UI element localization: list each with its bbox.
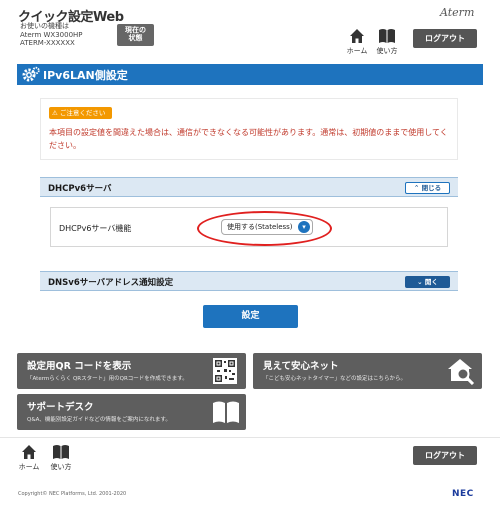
- red-highlight-circle: [197, 211, 332, 246]
- device-info: お使いの機種は Aterm WX3000HP ATERM-XXXXXX: [20, 22, 83, 48]
- expand-label: 開く: [424, 278, 438, 286]
- dhcpv6-function-label: DHCPv6サーバ機能: [59, 224, 132, 233]
- device-model: Aterm WX3000HP: [20, 30, 83, 39]
- safe-net-tile-title: 見えて安心ネット: [263, 361, 339, 372]
- current-status-button[interactable]: 現在の 状態: [117, 24, 154, 46]
- warning-badge-label: ご注意ください: [59, 109, 106, 117]
- home-icon: [18, 444, 40, 460]
- footer-usage-label: 使い方: [50, 463, 72, 471]
- usage-button[interactable]: 使い方: [376, 28, 398, 56]
- status-button-label-line2: 状態: [128, 34, 143, 42]
- safe-net-tile-desc: 「こども安心ネットタイマー」などの設定はこちらから。: [263, 376, 407, 382]
- chevron-down-icon: ⌄: [417, 278, 423, 286]
- device-id: ATERM-XXXXXX: [20, 39, 75, 47]
- qr-tile-desc: 「Atermらくらく QRスタート」用のQRコードを作成できます。: [27, 376, 188, 382]
- home-button[interactable]: ホーム: [346, 28, 368, 56]
- support-desk-tile[interactable]: サポートデスク Q&A、機能別設定ガイドなどの情報をご案内になれます。: [17, 394, 246, 430]
- page-title-bar: IPv6LAN側設定: [17, 64, 483, 85]
- copyright-text: Copyright© NEC Platforms, Ltd. 2001-2020: [18, 491, 127, 497]
- dhcpv6-section-title: DHCPv6サーバ: [48, 184, 112, 194]
- collapse-label: 閉じる: [421, 184, 442, 192]
- logout-button[interactable]: ログアウト: [413, 29, 477, 48]
- book-icon: [212, 398, 239, 426]
- footer-home-label: ホーム: [18, 463, 40, 471]
- usage-label: 使い方: [376, 47, 398, 55]
- book-icon: [376, 28, 398, 44]
- aterm-logo: Aterm: [440, 6, 475, 19]
- house-search-icon: [448, 357, 475, 386]
- support-tile-title: サポートデスク: [27, 402, 94, 413]
- book-icon: [50, 444, 72, 460]
- page-title: IPv6LAN側設定: [43, 69, 128, 82]
- footer-usage-button[interactable]: 使い方: [50, 444, 72, 472]
- footer-logout-button[interactable]: ログアウト: [413, 446, 477, 465]
- device-info-line: お使いの機種は: [20, 22, 69, 30]
- chevron-up-icon: ⌃: [413, 184, 420, 192]
- page: クイック設定Web お使いの機種は Aterm WX3000HP ATERM-X…: [0, 0, 500, 518]
- home-label: ホーム: [346, 47, 368, 55]
- qr-code-tile[interactable]: 設定用QR コードを表示 「Atermらくらく QRスタート」用のQRコードを作…: [17, 353, 246, 389]
- support-tile-desc: Q&A、機能別設定ガイドなどの情報をご案内になれます。: [27, 417, 171, 423]
- dnsv6-section-header[interactable]: DNSv6サーバアドレス通知設定 ⌄ 開く: [40, 271, 458, 291]
- qr-tile-title: 設定用QR コードを表示: [27, 361, 132, 372]
- dnsv6-section-title: DNSv6サーバアドレス通知設定: [48, 278, 174, 288]
- home-icon: [346, 28, 368, 44]
- nec-logo: NEC: [452, 489, 474, 499]
- safe-net-tile[interactable]: 見えて安心ネット 「こども安心ネットタイマー」などの設定はこちらから。: [253, 353, 482, 389]
- warning-text: 本項目の設定値を間違えた場合は、通信ができなくなる可能性があります。通常は、初期…: [49, 128, 448, 150]
- warning-notice: ⚠ ご注意ください 本項目の設定値を間違えた場合は、通信ができなくなる可能性があ…: [40, 98, 458, 160]
- warning-badge: ⚠ ご注意ください: [49, 107, 112, 119]
- submit-button[interactable]: 設定: [203, 305, 298, 328]
- qr-code-icon: [212, 357, 238, 385]
- gear-icon: [22, 66, 40, 87]
- dnsv6-expand-button[interactable]: ⌄ 開く: [405, 276, 450, 288]
- footer-home-button[interactable]: ホーム: [18, 444, 40, 472]
- dhcpv6-collapse-button[interactable]: ⌃ 閉じる: [405, 182, 450, 194]
- warning-icon: ⚠: [52, 109, 58, 117]
- dhcpv6-section-header: DHCPv6サーバ ⌃ 閉じる: [40, 177, 458, 197]
- footer-divider: [0, 437, 500, 438]
- status-button-label-line1: 現在の: [125, 26, 146, 34]
